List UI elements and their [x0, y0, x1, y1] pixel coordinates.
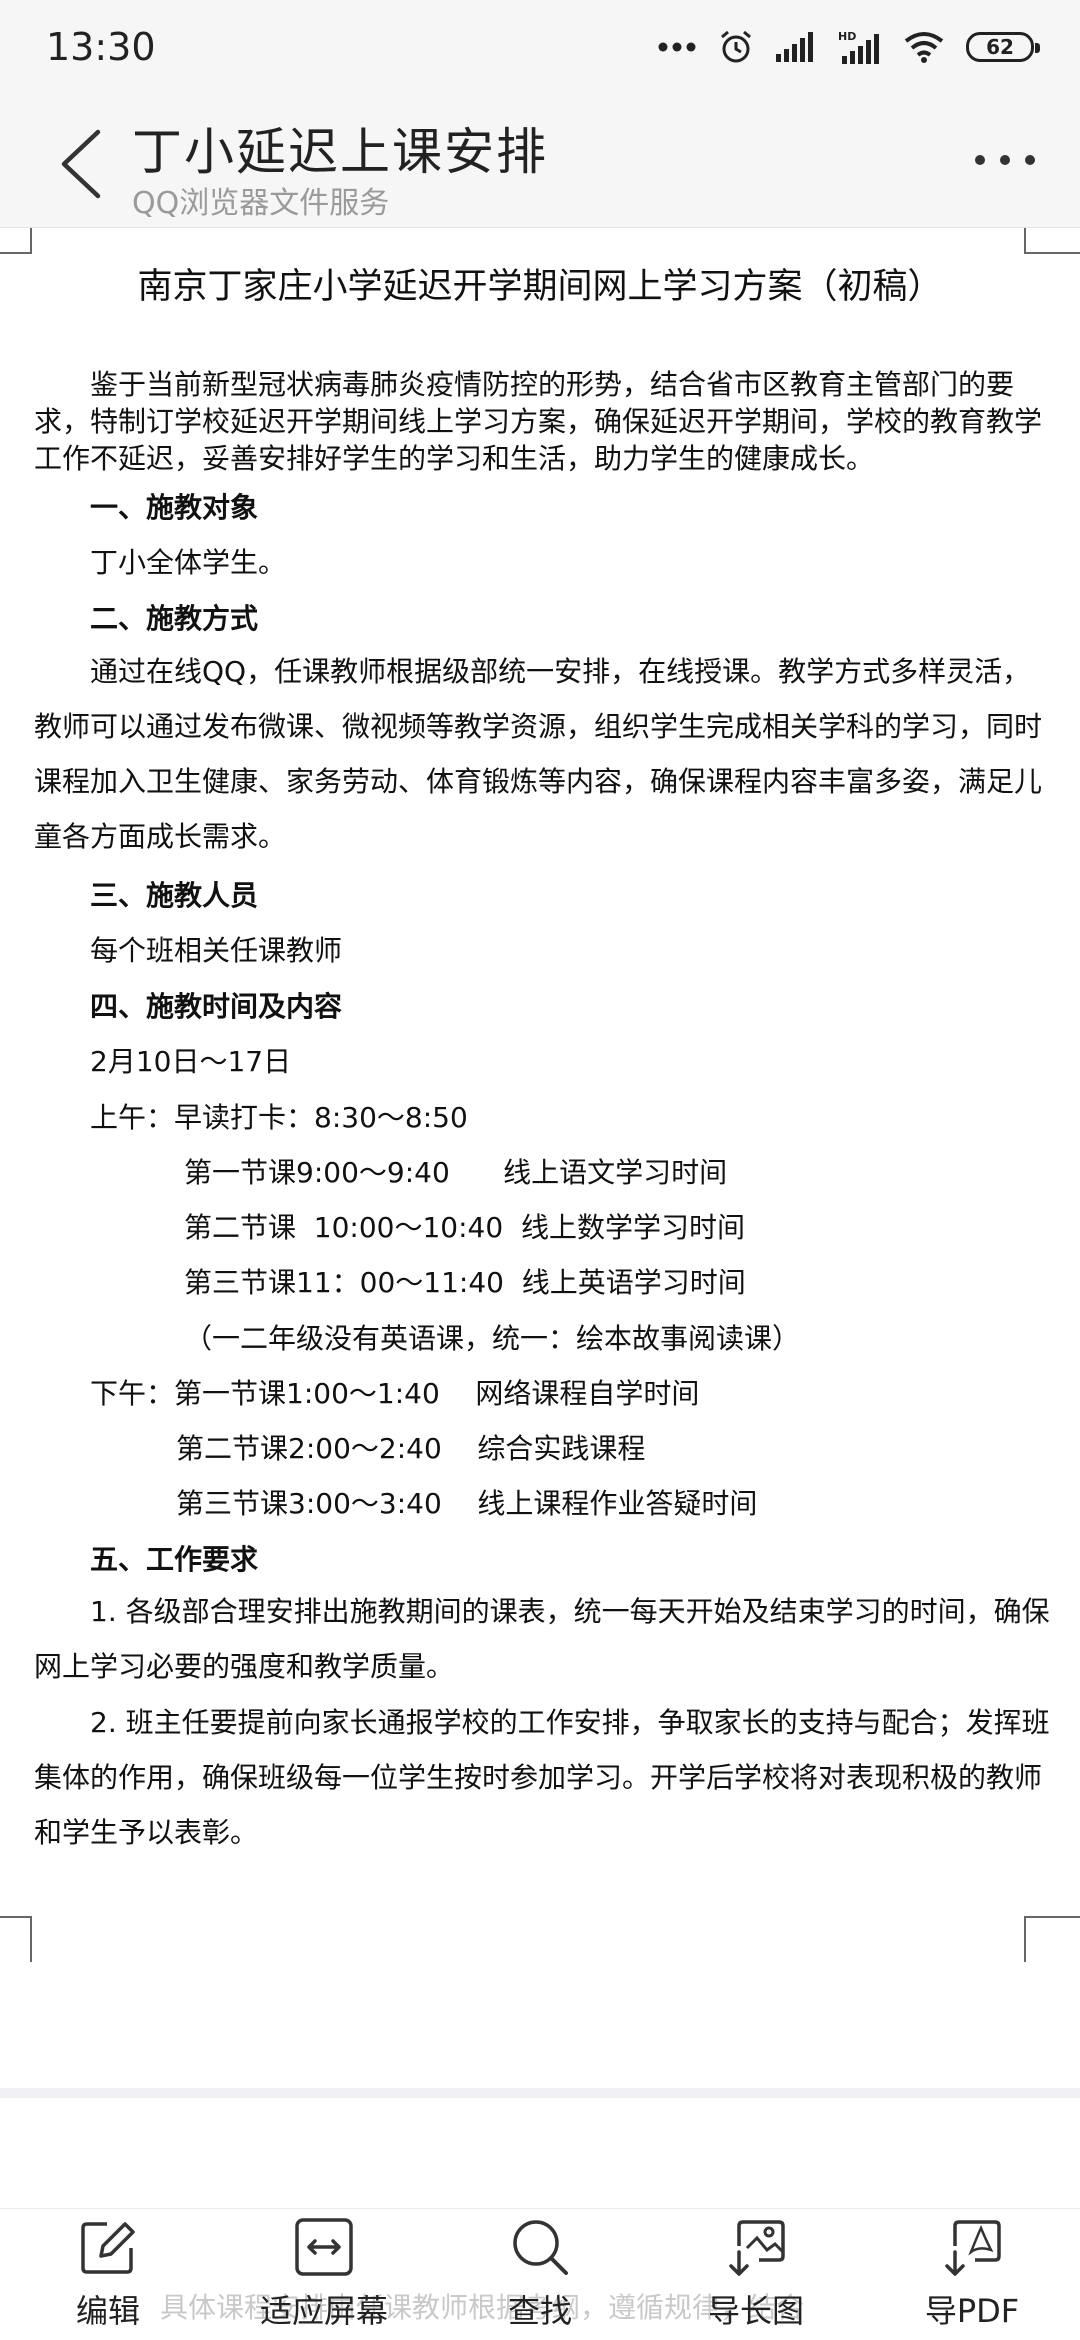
- section-text: 每个班相关任课教师: [90, 934, 343, 967]
- edit-button[interactable]: 编辑: [0, 2208, 216, 2340]
- export-pdf-button[interactable]: 导PDF: [864, 2208, 1080, 2340]
- section-heading: 五、工作要求: [90, 1543, 259, 1576]
- section-heading: 二、施教方式: [90, 602, 259, 635]
- search-icon: [513, 2220, 568, 2275]
- fit-screen-button[interactable]: 适应屏幕: [216, 2208, 432, 2340]
- schedule-line: 第三节课3:00～3:40 线上课程作业答疑时间: [176, 1487, 758, 1520]
- document-title: 南京丁家庄小学延迟开学期间网上学习方案（初稿）: [137, 267, 943, 307]
- page-subtitle: QQ浏览器文件服务: [132, 186, 390, 221]
- hd-signal-icon: HD: [838, 30, 879, 64]
- page-corner-mark: [0, 228, 32, 254]
- export-long-image-label: 导长图: [707, 2292, 804, 2330]
- svg-text:HD: HD: [838, 30, 856, 43]
- alarm-icon: [721, 30, 751, 63]
- find-label: 查找: [507, 2292, 572, 2330]
- edit-label: 编辑: [75, 2292, 140, 2330]
- schedule-line: 第一节课9:00～9:40 线上语文学习时间: [184, 1156, 728, 1189]
- schedule-line: 第二节课 10:00～10:40 线上数学学习时间: [184, 1211, 745, 1244]
- page-corner-mark: [0, 1916, 32, 1962]
- find-button[interactable]: 查找: [432, 2208, 648, 2340]
- page-corner-mark: [1024, 1916, 1080, 1962]
- requirement-paragraph: 2. 班主任要提前向家长通报学校的工作安排，争取家长的支持与配合；发挥班集体的作…: [34, 1706, 1050, 1849]
- section-heading: 四、施教时间及内容: [90, 990, 343, 1023]
- document-page[interactable]: 南京丁家庄小学延迟开学期间网上学习方案（初稿） 鉴于当前新型冠状病毒肺炎疫情防控…: [0, 228, 1080, 2088]
- intro-paragraph: 鉴于当前新型冠状病毒肺炎疫情防控的形势，结合省市区教育主管部门的要求，特制订学校…: [34, 368, 1043, 475]
- schedule-line: 上午：早读打卡：8:30～8:50: [90, 1101, 468, 1134]
- status-icons: HD 62: [658, 29, 1040, 65]
- status-time: 13:30: [46, 25, 156, 69]
- requirement-paragraph: 1. 各级部合理安排出施教期间的课表，统一每天开始及结束学习的时间，确保网上学习…: [34, 1595, 1050, 1683]
- section-text: 丁小全体学生。: [90, 546, 287, 579]
- title-bar: 丁小延迟上课安排 QQ浏览器文件服务: [0, 94, 1080, 228]
- chevron-left-icon: [61, 129, 101, 199]
- status-bar: 13:30 HD 62: [0, 0, 1080, 94]
- page-title: 丁小延迟上课安排: [132, 123, 548, 181]
- more-menu-button[interactable]: [970, 140, 1040, 180]
- battery-level: 62: [986, 35, 1014, 59]
- schedule-date: 2月10日～17日: [90, 1045, 292, 1078]
- bottom-toolbar: 编辑 适应屏幕 查找 导长图 导PDF: [0, 2208, 1080, 2340]
- battery-indicator: 62: [966, 32, 1040, 62]
- section-heading: 三、施教人员: [90, 879, 259, 912]
- more-dots-icon: [975, 155, 1035, 165]
- section-heading: 一、施教对象: [90, 491, 259, 524]
- schedule-line: 第三节课11：00～11:40 线上英语学习时间: [184, 1266, 746, 1299]
- more-dots-icon: [658, 42, 696, 52]
- page-corner-mark: [1024, 228, 1080, 254]
- page-separator: [0, 2088, 1080, 2098]
- fit-screen-label: 适应屏幕: [259, 2292, 388, 2330]
- schedule-line: 下午：第一节课1:00～1:40 网络课程自学时间: [90, 1377, 700, 1410]
- section-paragraph: 通过在线QQ，任课教师根据级部统一安排，在线授课。教学方式多样灵活，教师可以通过…: [34, 655, 1043, 853]
- pdf-export-icon: [945, 2220, 1001, 2276]
- edit-icon: [81, 2222, 135, 2274]
- fit-screen-icon: [295, 2218, 353, 2276]
- export-long-image-button[interactable]: 导长图: [648, 2208, 864, 2340]
- schedule-note: （一二年级没有英语课，统一：绘本故事阅读课）: [184, 1322, 801, 1355]
- signal-icon: [776, 32, 813, 62]
- export-pdf-label: 导PDF: [924, 2292, 1020, 2330]
- wifi-icon: [904, 32, 944, 63]
- schedule-line: 第二节课2:00～2:40 综合实践课程: [176, 1432, 646, 1465]
- image-export-icon: [729, 2220, 785, 2276]
- back-button[interactable]: [54, 122, 114, 206]
